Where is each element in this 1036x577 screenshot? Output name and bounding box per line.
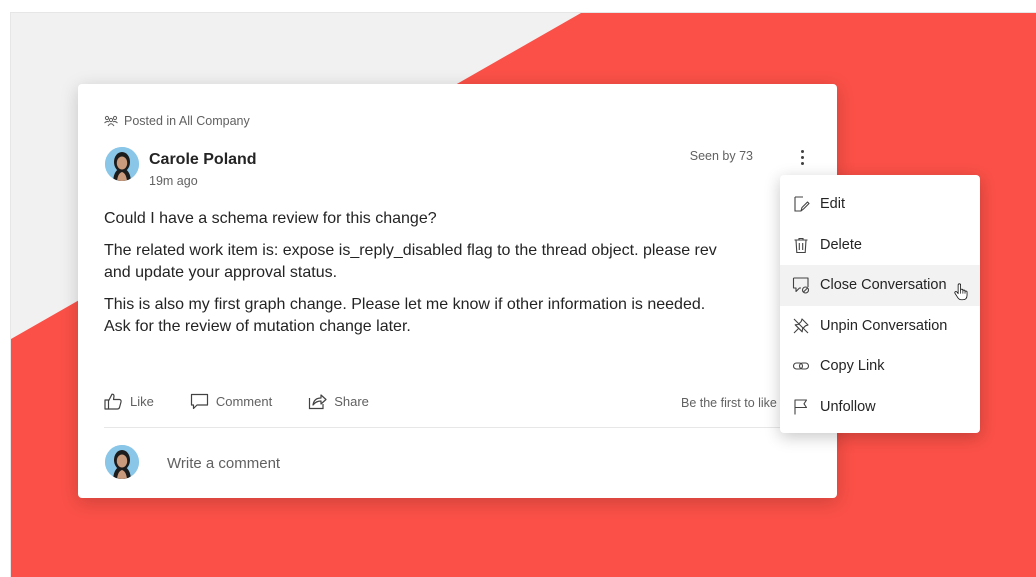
like-icon xyxy=(104,393,122,410)
background-stage: Posted in All Company Carole Poland 19m … xyxy=(10,12,1036,577)
trash-icon xyxy=(794,237,808,253)
like-label: Like xyxy=(130,394,154,409)
more-options-button[interactable] xyxy=(791,144,813,170)
more-dot xyxy=(800,149,804,153)
close-conversation-icon xyxy=(792,277,810,294)
menu-item-label: Close Conversation xyxy=(820,277,947,294)
unpin-icon xyxy=(793,318,809,334)
seen-by-count[interactable]: Seen by 73 xyxy=(690,149,753,163)
menu-item-close-conversation[interactable]: Close Conversation xyxy=(780,265,980,306)
share-button[interactable]: Share xyxy=(308,393,369,410)
posted-in-label: Posted in All Company xyxy=(124,114,250,128)
more-dot xyxy=(800,155,804,159)
more-options-menu: Edit Delete Close Conversation Unpin Con… xyxy=(780,175,980,433)
share-label: Share xyxy=(334,394,369,409)
post-timestamp: 19m ago xyxy=(149,174,198,188)
post-paragraph: Ask for the review of mutation change la… xyxy=(104,318,411,335)
post-paragraph: The related work item is: expose is_repl… xyxy=(104,242,717,259)
post-card: Posted in All Company Carole Poland 19m … xyxy=(78,84,837,498)
community-icon xyxy=(104,115,118,127)
menu-item-unfollow[interactable]: Unfollow xyxy=(780,387,980,428)
menu-item-copy-link[interactable]: Copy Link xyxy=(780,346,980,387)
edit-icon xyxy=(794,196,810,212)
be-first-to-like: Be the first to like xyxy=(681,396,777,410)
comment-button[interactable]: Comment xyxy=(190,393,272,410)
more-dot xyxy=(800,161,804,165)
post-paragraph: This is also my first graph change. Plea… xyxy=(104,296,706,313)
author-avatar[interactable] xyxy=(105,147,139,181)
menu-item-edit[interactable]: Edit xyxy=(780,184,980,225)
post-paragraph: and update your approval status. xyxy=(104,264,338,281)
menu-item-label: Copy Link xyxy=(820,358,885,375)
menu-item-unpin-conversation[interactable]: Unpin Conversation xyxy=(780,306,980,347)
post-actions: Like Comment Share xyxy=(104,393,405,410)
comment-input[interactable] xyxy=(167,455,667,472)
flag-icon xyxy=(794,399,808,415)
post-body: Could I have a schema review for this ch… xyxy=(104,208,804,348)
hand-cursor-icon xyxy=(954,283,968,301)
like-button[interactable]: Like xyxy=(104,393,154,410)
menu-item-label: Delete xyxy=(820,236,862,253)
card-divider xyxy=(104,427,811,428)
author-name[interactable]: Carole Poland xyxy=(149,151,257,169)
menu-item-label: Edit xyxy=(820,196,845,213)
posted-in-line: Posted in All Company xyxy=(104,114,250,128)
comment-icon xyxy=(190,393,208,410)
comment-label: Comment xyxy=(215,394,273,409)
menu-item-label: Unpin Conversation xyxy=(820,317,948,334)
menu-item-label: Unfollow xyxy=(820,398,876,415)
commenter-avatar xyxy=(105,445,139,479)
menu-item-delete[interactable]: Delete xyxy=(780,225,980,266)
link-icon xyxy=(792,362,810,370)
post-paragraph: Could I have a schema review for this ch… xyxy=(104,210,437,227)
share-icon xyxy=(309,394,327,410)
